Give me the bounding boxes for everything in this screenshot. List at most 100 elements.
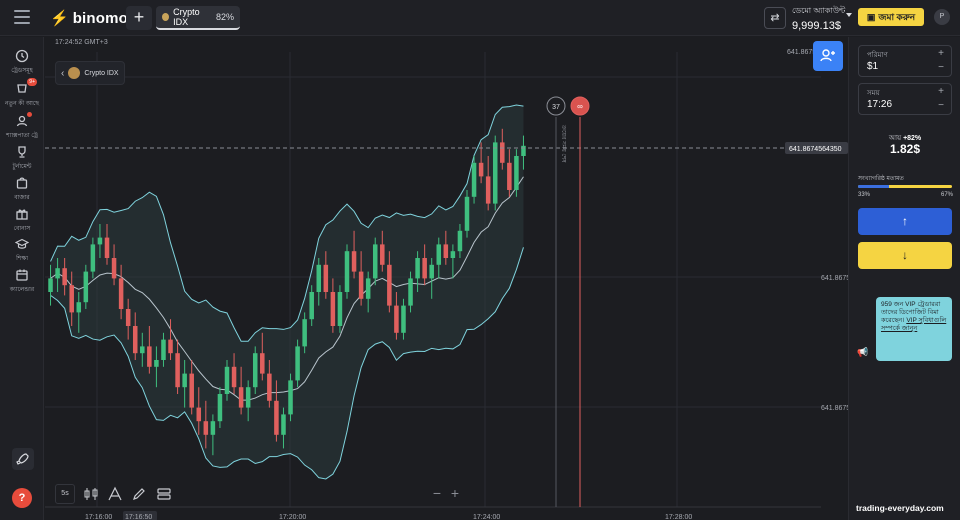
time-value[interactable]: 17:26: [867, 99, 892, 110]
add-user-icon: [820, 49, 835, 62]
sidebar-item-market[interactable]: বাজার: [0, 176, 44, 203]
candle-body: [401, 305, 406, 333]
amount-plus-button[interactable]: +: [938, 49, 944, 59]
layout-icon[interactable]: [154, 484, 174, 504]
trade-panel: পরিমাণ $1 + − সময় 17:26 + − আয় +82% 1.…: [848, 37, 960, 520]
asset-tab[interactable]: Crypto IDX 82%: [156, 6, 240, 30]
candle-body: [330, 292, 336, 326]
sidebar-item-tournaments[interactable]: টুর্নামেন্ট: [0, 145, 44, 172]
candles-icon[interactable]: [81, 484, 101, 504]
sentiment-up-fill: [858, 185, 890, 188]
candle-body: [337, 292, 343, 326]
candle-body: [76, 302, 82, 313]
time-label: সময়: [867, 90, 880, 97]
candle-body: [422, 258, 427, 279]
candle-body: [196, 407, 202, 422]
amount-value[interactable]: $1: [867, 61, 878, 72]
candle-body: [450, 251, 456, 258]
menu-icon[interactable]: [14, 10, 30, 24]
candle-body: [189, 373, 194, 408]
sidebar-item-bonuses[interactable]: বোনাস: [0, 207, 44, 234]
rocket-icon[interactable]: [12, 448, 34, 470]
timeframe-button[interactable]: 5s: [55, 484, 75, 504]
deposit-label: জমা করুন: [878, 11, 916, 22]
account-balance: 9,999.13$: [792, 20, 841, 32]
purchase-deadline-label: ক্রয়ের সময় শেষ: [560, 124, 566, 163]
swap-account-icon[interactable]: ⇄: [764, 7, 786, 29]
x-tick-label: 17:28:00: [665, 514, 692, 520]
time-field[interactable]: সময় 17:26 + −: [858, 83, 952, 115]
candle-body: [500, 142, 505, 163]
candle-body: [372, 244, 378, 279]
indicators-icon-svg: [108, 486, 122, 501]
candle-body: [478, 162, 484, 177]
candle-body: [436, 244, 442, 265]
candle-body: [288, 380, 293, 415]
top-bar: ⚡ binomo + Crypto IDX 82% ⇄ ডেমো অ্যাকাউ…: [0, 0, 960, 36]
gift-box-icon: [16, 209, 28, 220]
price-chart[interactable]: 641.8674564350 641.8675 641.8675 641.8675 17…: [45, 37, 848, 520]
candle-body: [231, 366, 237, 388]
avatar[interactable]: P: [934, 9, 950, 25]
bag-icon: [16, 177, 28, 189]
candle-body: [429, 264, 434, 279]
y-tick-label: 641.8675: [821, 405, 848, 412]
rocket-icon-svg: [16, 453, 29, 465]
vip-promo-card[interactable]: 959 জন VIP ট্রেডাররা তাদের ডিপোজিট বিমা …: [876, 297, 952, 361]
add-user-button[interactable]: [813, 41, 843, 71]
account-switcher[interactable]: ডেমো অ্যাকাউন্ট 9,999.13$: [792, 5, 845, 32]
candle-body: [161, 339, 166, 360]
indicators-icon[interactable]: [105, 484, 125, 504]
wallet-icon: ▣: [866, 11, 876, 22]
zoom-in-button[interactable]: +: [447, 485, 463, 501]
help-icon[interactable]: ?: [12, 488, 32, 508]
chart-area[interactable]: 641.8674564350 641.8675 641.8675 641.8675 17…: [45, 37, 848, 520]
sidebar-item-education[interactable]: শিক্ষা: [0, 237, 44, 264]
amount-minus-button[interactable]: −: [938, 63, 944, 73]
watermark: trading-everyday.com: [856, 503, 944, 513]
time-plus-button[interactable]: +: [938, 87, 944, 97]
sidebar-item-whats-new[interactable]: 9+ নতুন কী আছে: [0, 78, 44, 109]
candle-body: [111, 258, 117, 279]
chart-asset-selector[interactable]: ‹ Crypto IDX: [55, 61, 125, 85]
sentiment-up-pct: 33%: [858, 192, 871, 198]
buy-up-button[interactable]: ↑: [858, 208, 952, 235]
candle-body: [168, 339, 173, 354]
sidebar-item-social-trading[interactable]: শ্যাক্সপাতা ট্রে: [0, 112, 44, 141]
candle-body: [365, 278, 371, 299]
candle-body: [140, 346, 145, 354]
candle-body: [295, 346, 300, 381]
asset-tab-payout: 82%: [215, 12, 234, 22]
sidebar-item-label: নতুন কী আছে: [5, 101, 39, 107]
candle-body: [443, 244, 449, 258]
buy-down-button[interactable]: ↓: [858, 242, 952, 269]
users-icon-wrap: [15, 112, 32, 128]
deposit-button[interactable]: ▣ জমা করুন: [858, 8, 924, 26]
sidebar-item-trades[interactable]: ট্রেডসমূহ: [0, 49, 44, 76]
time-minus-button[interactable]: −: [938, 101, 944, 111]
candle-body: [97, 237, 103, 245]
draw-icon[interactable]: [129, 484, 149, 504]
trophy-icon: [18, 146, 26, 158]
top-price-label: 641.8675: [787, 49, 816, 56]
candle-body: [62, 268, 67, 286]
chevron-down-icon[interactable]: [846, 13, 852, 17]
candle-body: [485, 176, 491, 204]
income-pct: +82%: [903, 135, 922, 142]
candle-body: [125, 309, 131, 326]
app-root: ⚡ binomo + Crypto IDX 82% ⇄ ডেমো অ্যাকাউ…: [0, 0, 960, 520]
coin-icon: [162, 13, 170, 21]
current-price-label: 641.8674564350: [789, 146, 842, 153]
y-tick-label: 641.8675: [821, 275, 848, 282]
zoom-out-button[interactable]: −: [429, 485, 445, 501]
add-tab-button[interactable]: +: [126, 6, 152, 30]
candle-body: [394, 305, 399, 333]
x-tick-label: 17:20:00: [279, 514, 306, 520]
candle-body: [210, 421, 216, 435]
account-label: ডেমো অ্যাকাউন্ট: [792, 6, 846, 15]
chevron-left-icon[interactable]: ‹: [61, 68, 64, 79]
pencil-icon: [133, 488, 145, 500]
amount-field[interactable]: পরিমাণ $1 + −: [858, 45, 952, 77]
sidebar-item-calendar[interactable]: ক্যালেন্ডার: [0, 268, 44, 295]
logo[interactable]: ⚡ binomo: [50, 9, 128, 28]
